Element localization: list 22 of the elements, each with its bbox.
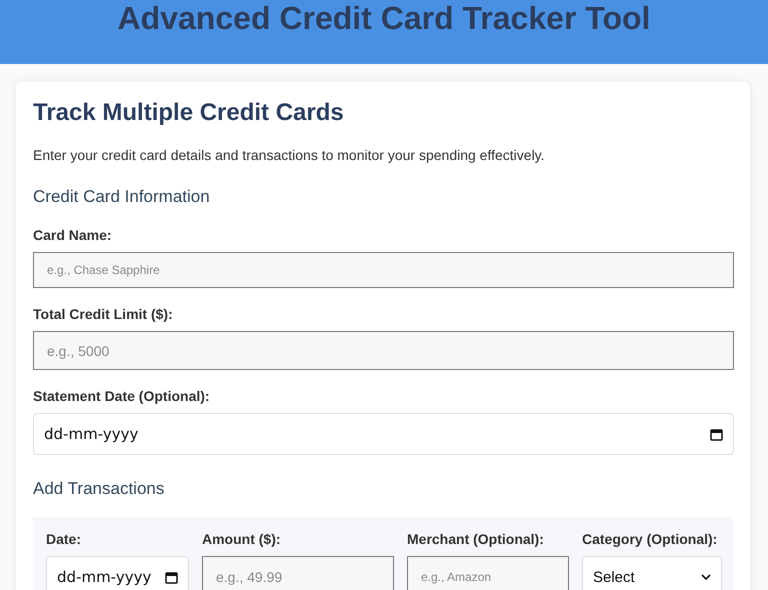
date-field[interactable]: dd-mm-yyyy (46, 556, 189, 590)
calendar-icon (165, 570, 178, 584)
input-field[interactable]: e.g., 5000 (33, 331, 734, 370)
field-label: Category (Optional): (582, 531, 718, 547)
chevron-down-icon (701, 574, 711, 580)
field-label: Statement Date (Optional): (33, 388, 211, 404)
section-heading: Credit Card Information (33, 187, 211, 207)
page-title: Advanced Credit Card Tracker Tool (118, 0, 650, 38)
intro-text: Enter your credit card details and transactions to monitor your spending effectively. (33, 147, 546, 163)
field-label: Merchant (Optional): (407, 531, 545, 547)
field-label: Date: (46, 531, 82, 547)
card-title: Track Multiple Credit Cards (33, 98, 345, 128)
date-field[interactable]: dd-mm-yyyy (33, 413, 734, 455)
input-field[interactable]: e.g., 49.99 (202, 556, 394, 590)
calendar-icon (710, 428, 723, 440)
category-dropdown[interactable]: Select (582, 556, 722, 590)
field-label: Total Credit Limit ($): (33, 306, 174, 322)
input-field[interactable]: e.g., Amazon (407, 556, 569, 590)
field-label: Card Name: (33, 227, 113, 243)
section-heading: Add Transactions (33, 479, 166, 499)
input-field[interactable]: e.g., Chase Sapphire (33, 252, 734, 288)
field-label: Amount ($): (202, 531, 282, 547)
